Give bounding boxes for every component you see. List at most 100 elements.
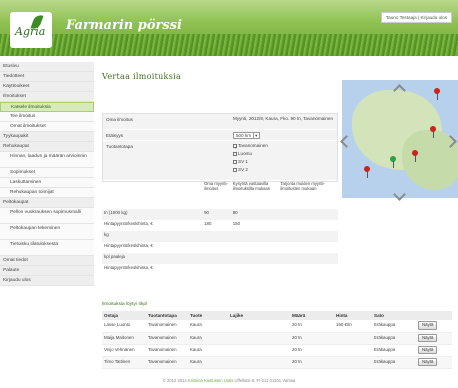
cell-amount: 20 tn — [290, 344, 334, 357]
sidebar-item-tyykaupakit[interactable]: Tyykaupakit — [0, 132, 94, 142]
cell-variety — [228, 356, 290, 369]
cell-product: Kaura — [188, 320, 228, 333]
cell-buyer: Veijo Vehnänen — [102, 344, 146, 357]
price-cell — [231, 264, 279, 275]
sidebar-item-tee-ilmoitus[interactable]: Tee ilmoitus — [0, 112, 94, 122]
map-view[interactable] — [342, 80, 458, 198]
sidebar-item-käyttöoikeet[interactable]: Käyttöoikeet — [0, 82, 94, 92]
chevron-down-icon: ▾ — [253, 133, 258, 139]
price-cell: 90 — [202, 209, 231, 220]
sidebar-item-rehukaupat[interactable]: Rehukaupat — [0, 142, 94, 152]
column-header[interactable]: Sato — [372, 311, 416, 320]
cell-amount: 20 tn — [290, 356, 334, 369]
sidebar-item-laskuttaminen[interactable]: Laskuttaminen — [0, 178, 94, 188]
map-pin-icon[interactable] — [364, 166, 370, 178]
sidebar-item-peltokaupan-tekeminen[interactable]: Peltokaupan tekeminen — [0, 224, 94, 240]
sidebar-item-katsele-ilmoituksia[interactable]: Katsele ilmoituksia — [0, 102, 94, 112]
cell-harvest: Eräkauppa — [372, 356, 416, 369]
cell-buyer: Maija Maitonen — [102, 332, 146, 345]
column-header[interactable]: Tuotantotapa — [146, 311, 188, 320]
show-button[interactable]: Näytä — [418, 345, 438, 355]
column-header[interactable]: Hinta — [334, 311, 372, 320]
show-button[interactable]: Näytä — [418, 321, 438, 331]
table-row: Maija Maitonen Tavanomainen Kaura 20 tn Eräk… — [102, 332, 452, 345]
table-row: Timo Tattinen Tavanomainen Kaura 20 tn Eräka… — [102, 356, 452, 369]
column-header[interactable] — [416, 311, 452, 320]
distance-value: 500 km — [236, 133, 252, 138]
cell-action: Näytä — [416, 320, 452, 333]
show-button[interactable]: Näytä — [418, 357, 438, 367]
distance-select[interactable]: 500 km ▾ — [233, 132, 261, 139]
sidebar-item-hinnan-laadun-ja-määrän-arvioinnin[interactable]: Hinnan, laadun ja määrän arvioinnin — [0, 152, 94, 168]
sidebar-item-tiedotteet[interactable]: Tiedotteet — [0, 72, 94, 82]
sidebar-item-palaute[interactable]: Palaute — [0, 266, 94, 276]
cell-variety — [228, 332, 290, 345]
logo-text: Agria — [15, 25, 46, 38]
map-pin-icon[interactable] — [434, 88, 440, 100]
cell-method: Tavanomainen — [146, 344, 188, 357]
map-pin-icon[interactable] — [390, 156, 396, 168]
sidebar-item-pellon-vuokrauksen-sopimusmalli[interactable]: Pellon vuokrauksen sopimusmalli — [0, 208, 94, 224]
own-listing-value: Myynti, 2012/8, Kaura, Fko. 90 tn, Tavan… — [233, 116, 334, 121]
price-row: tn (1000 kg) 90 80 — [102, 209, 338, 220]
listings-table: Ostaja Tuotantotapa Tuote Lajike Määrä Hinta S… — [102, 311, 452, 369]
sidebar-item-etusivu[interactable]: Etusivu — [0, 62, 94, 72]
price-cell — [278, 264, 338, 275]
cell-action: Näytä — [416, 356, 452, 369]
price-row: Hintapyyntö/keskihinta, € — [102, 264, 338, 275]
price-cell — [278, 209, 338, 220]
checkbox-sv1[interactable] — [233, 159, 237, 164]
sidebar-item-kirjaudu-ulos[interactable]: Kirjaudu ulos — [0, 276, 94, 286]
price-cell — [202, 231, 231, 242]
show-button[interactable]: Näytä — [418, 333, 438, 343]
cell-product: Kaura — [188, 332, 228, 345]
row-label: Hintapyyntö/keskihinta, € — [104, 221, 153, 226]
footer-link[interactable]: Kristiina Kastusten Uutis — [188, 378, 233, 383]
cell-method: Tavanomainen — [146, 356, 188, 369]
cell-price — [334, 344, 372, 357]
price-cell — [278, 220, 338, 231]
price-comparison-table: Oma myynti-ilmoitus Kysyntä vastaavilla … — [102, 181, 338, 275]
price-row: kg — [102, 231, 338, 242]
cell-action: Näytä — [416, 344, 452, 357]
price-row: Hintapyyntö/keskihinta, € 180 150 — [102, 220, 338, 231]
cell-amount: 20 tn — [290, 332, 334, 345]
checkbox-luomu[interactable] — [233, 151, 237, 156]
page-title: Vertaa ilmoituksia — [102, 72, 182, 81]
checkbox-sv2[interactable] — [233, 167, 237, 172]
table-row: Lasse Luonto Tavanomainen Kaura 20 tn 150 €/… — [102, 320, 452, 333]
row-label: Hintapyyntö/keskihinta, € — [104, 243, 153, 248]
site-title: Farmarin pörssi — [66, 18, 182, 33]
user-bar[interactable]: Tauno Testaaja | Kirjaudu ulos — [380, 12, 452, 23]
column-header[interactable]: Tuote — [188, 311, 228, 320]
column-header[interactable]: Määrä — [290, 311, 334, 320]
cell-harvest: Eräkauppa — [372, 332, 416, 345]
distance-label: Etäisyys — [106, 133, 124, 138]
price-cell — [278, 231, 338, 242]
sidebar-item-ilmoitukset[interactable]: Ilmoitukset — [0, 92, 94, 102]
sidebar-item-omat-ilmoitukset[interactable]: Omat ilmoitukset — [0, 122, 94, 132]
price-row: kpl paaleja — [102, 253, 338, 264]
map-pin-icon[interactable] — [412, 150, 418, 162]
sidebar-item-peltokaupat[interactable]: Peltokaupat — [0, 198, 94, 208]
price-cell: 180 — [204, 221, 212, 226]
row-label: kpl paaleja — [102, 253, 203, 264]
sidebar-item-tietoisku-tilatuloksesta[interactable]: Tietoisku tilatuloksesta — [0, 240, 94, 256]
cell-variety — [228, 344, 290, 357]
column-header[interactable]: Lajike — [228, 311, 290, 320]
own-listing-panel: Oma ilmoitus Myynti, 2012/8, Kaura, Fko.… — [102, 113, 338, 182]
cell-price — [334, 356, 372, 369]
sidebar-nav: Etusivu Tiedotteet Käyttöoikeet Ilmoitukset… — [0, 62, 94, 286]
sidebar-item-omat-tiedot[interactable]: Omat tiedot — [0, 256, 94, 266]
checkbox-tavanomainen[interactable]: ✓ — [233, 143, 238, 150]
column-header[interactable]: Ostaja — [102, 311, 146, 320]
cell-buyer: Lasse Luonto — [102, 320, 146, 333]
map-pin-icon[interactable] — [430, 126, 436, 138]
row-label: tn (1000 kg) — [102, 209, 203, 220]
footer: © 2012 2014 Kristiina Kastusten Uutis Uf… — [0, 378, 458, 383]
sidebar-item-sopimukset[interactable]: Sopimukset — [0, 168, 94, 178]
cell-variety — [228, 320, 290, 333]
cell-product: Kaura — [188, 356, 228, 369]
cell-action: Näytä — [416, 332, 452, 345]
sidebar-item-rehukaupan-toimijat[interactable]: Rehukaupan toimijat — [0, 188, 94, 198]
